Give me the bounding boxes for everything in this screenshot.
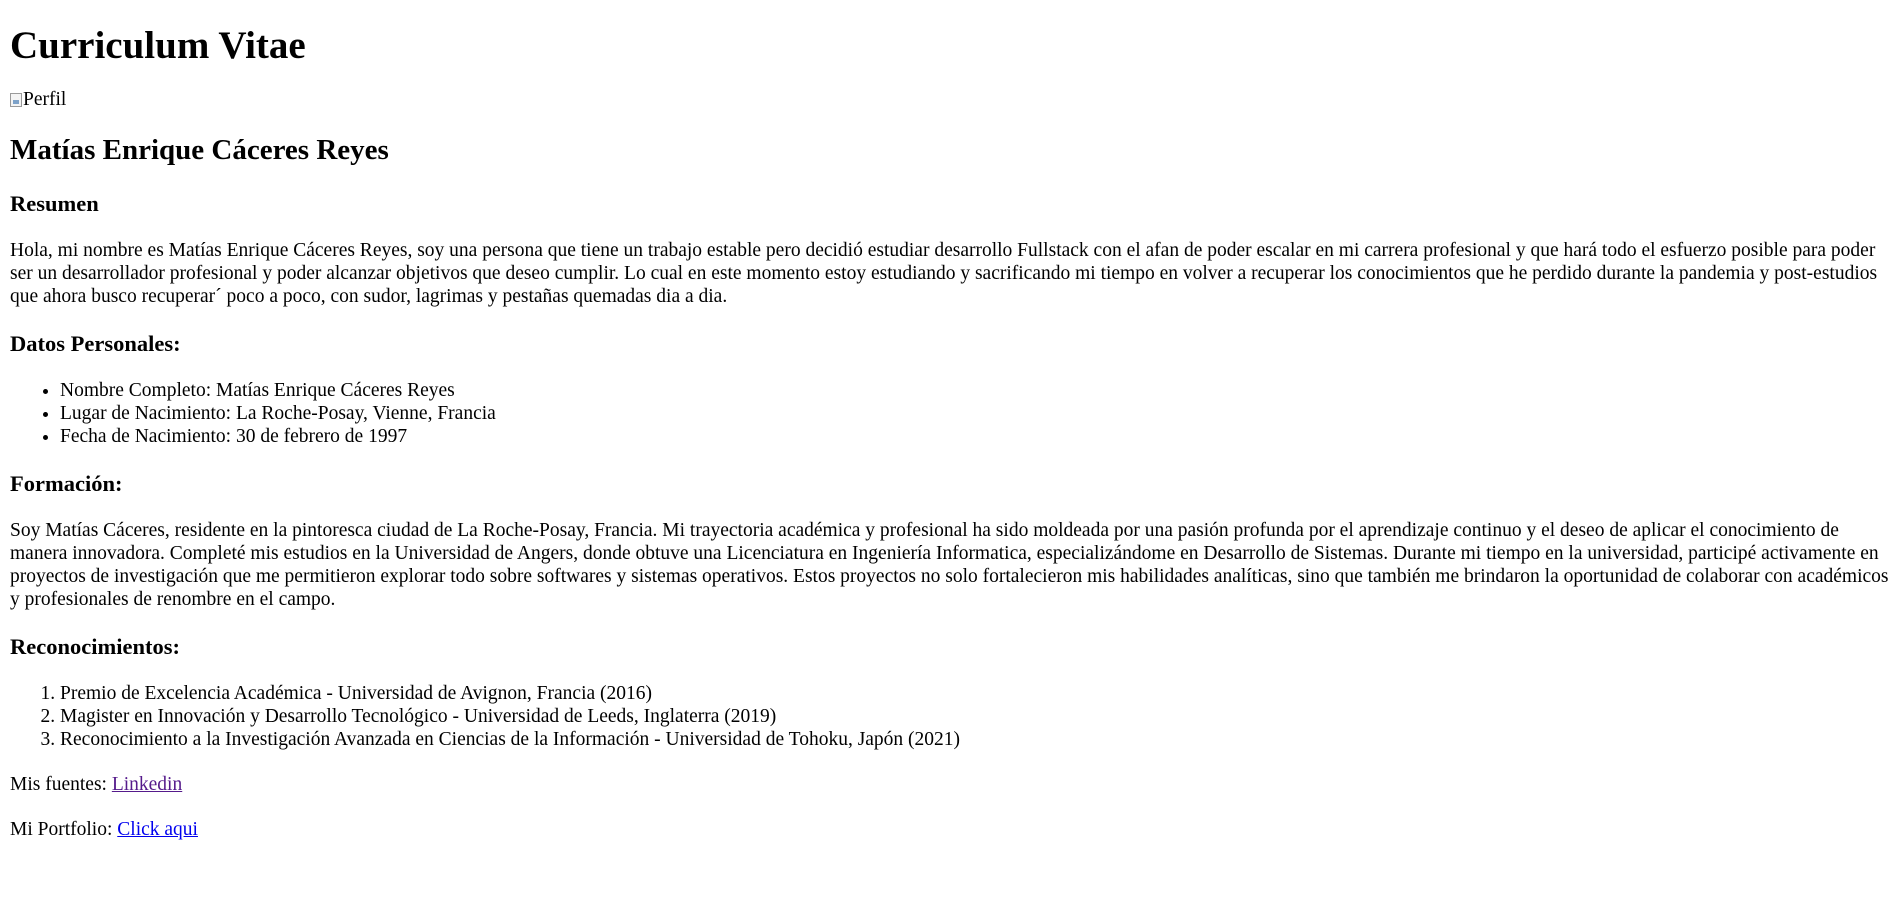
fuentes-line: Mis fuentes: Linkedin xyxy=(10,773,1893,796)
reconocimientos-heading: Reconocimientos: xyxy=(10,634,180,659)
profile-image: Perfil xyxy=(10,88,1893,111)
portfolio-line: Mi Portfolio: Click aqui xyxy=(10,818,1893,841)
list-item: Nombre Completo: Matías Enrique Cáceres … xyxy=(60,379,1893,402)
datos-personales-heading: Datos Personales: xyxy=(10,331,181,356)
profile-image-alt-text: Perfil xyxy=(23,89,67,110)
list-item: Fecha de Nacimiento: 30 de febrero de 19… xyxy=(60,425,1893,448)
resumen-text: Hola, mi nombre es Matías Enrique Cácere… xyxy=(10,240,1878,307)
portfolio-label: Mi Portfolio: xyxy=(10,819,118,840)
fuentes-label: Mis fuentes: xyxy=(10,774,112,795)
datos-personales-list: Nombre Completo: Matías Enrique Cáceres … xyxy=(10,379,1893,448)
formacion-heading: Formación: xyxy=(10,471,123,496)
formacion-text: Soy Matías Cáceres, residente en la pint… xyxy=(10,520,1889,610)
portfolio-link[interactable]: Click aqui xyxy=(117,819,198,840)
reconocimientos-list: Premio de Excelencia Académica - Univers… xyxy=(10,682,1893,751)
linkedin-link[interactable]: Linkedin xyxy=(112,774,182,795)
list-item: Lugar de Nacimiento: La Roche-Posay, Vie… xyxy=(60,402,1893,425)
person-name: Matías Enrique Cáceres Reyes xyxy=(10,134,389,166)
list-item: Magister en Innovación y Desarrollo Tecn… xyxy=(60,705,1893,728)
list-item: Premio de Excelencia Académica - Univers… xyxy=(60,682,1893,705)
broken-image-icon xyxy=(10,92,22,107)
cv-page: Curriculum Vitae Perfil Matías Enrique C… xyxy=(0,23,1903,841)
page-title: Curriculum Vitae xyxy=(10,24,306,67)
list-item: Reconocimiento a la Investigación Avanza… xyxy=(60,728,1893,751)
resumen-heading: Resumen xyxy=(10,191,99,216)
